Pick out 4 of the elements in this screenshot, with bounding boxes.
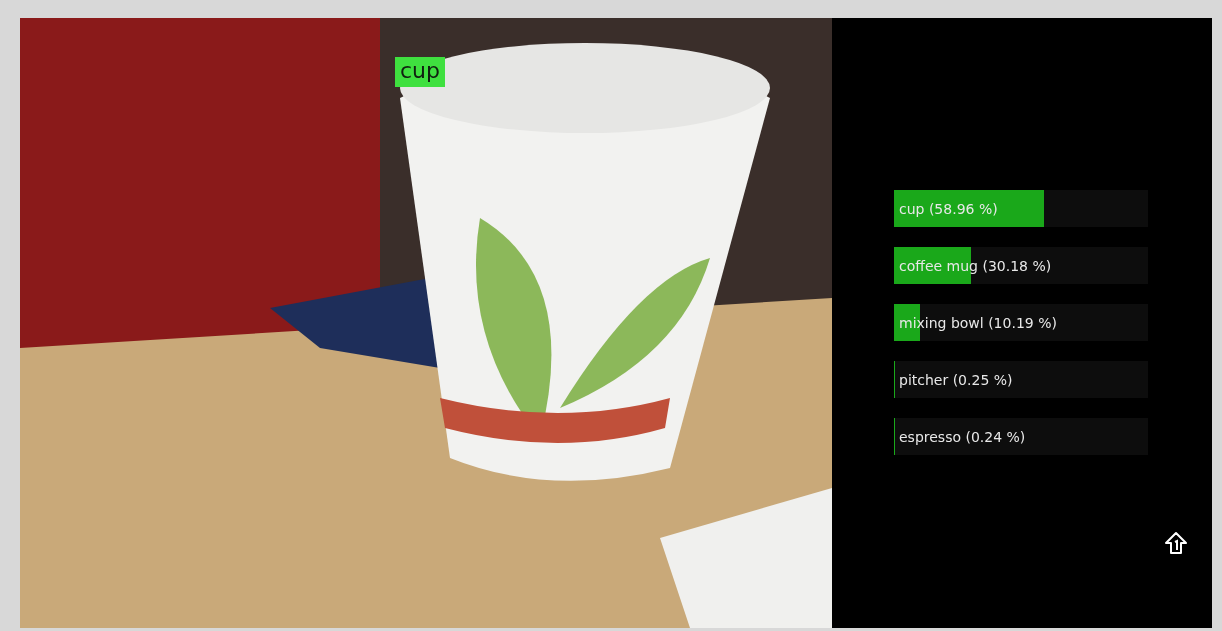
prediction-label: pitcher (0.25 %) [898, 371, 1013, 388]
detection-label: cup [395, 57, 445, 88]
prediction-label: espresso (0.24 %) [898, 428, 1026, 445]
prediction-label: cup (58.96 %) [898, 200, 998, 217]
